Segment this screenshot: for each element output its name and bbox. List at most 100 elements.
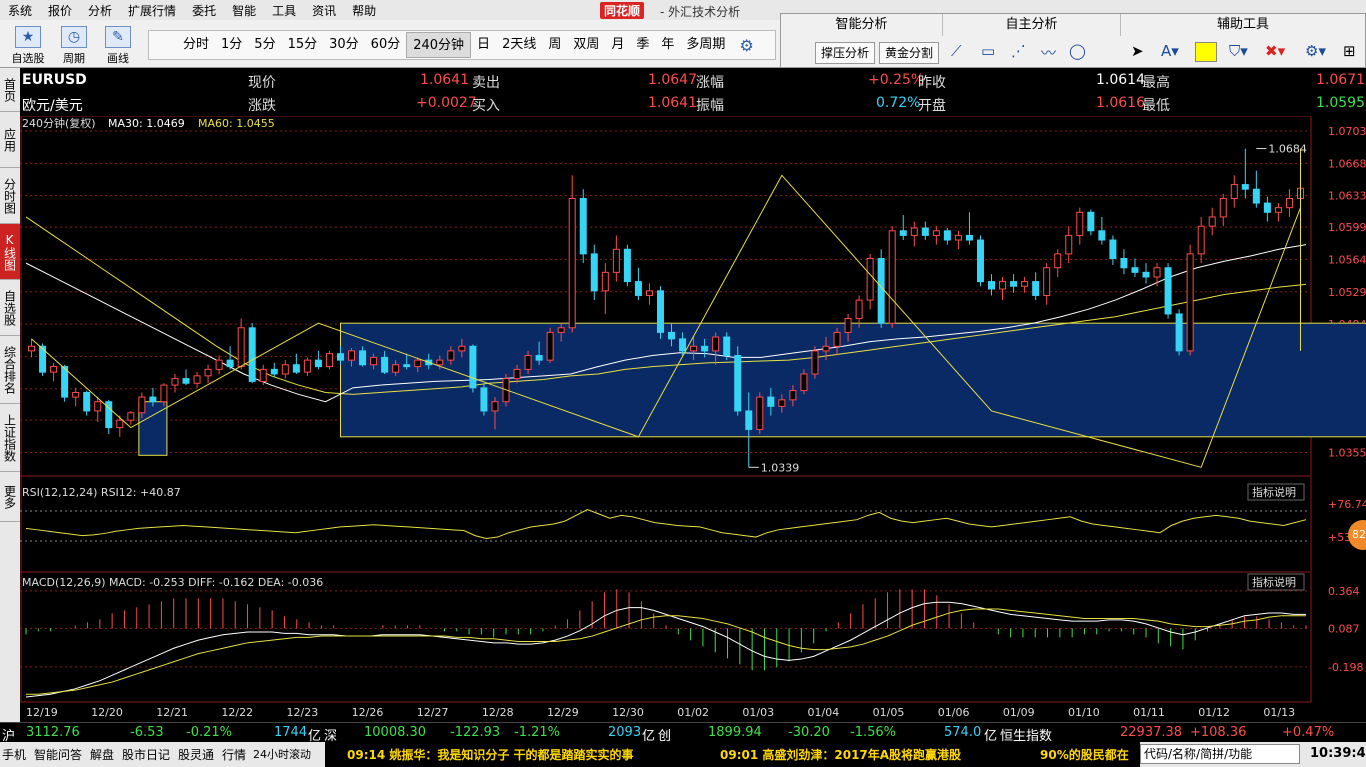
smart-analysis-header[interactable]: 智能分析 — [781, 14, 943, 36]
sell-value: 1.0647 — [648, 72, 697, 88]
low-label: 最低 — [1142, 98, 1170, 114]
search-input[interactable]: 代码/名称/简拼/功能 — [1140, 744, 1300, 764]
macd-label: MACD(12,26,9) MACD: -0.253 DIFF: -0.162 … — [22, 576, 323, 589]
tab-timeshare[interactable]: 分时图 — [0, 168, 20, 224]
chart-area[interactable]: 1.07031.06681.06331.05991.05641.05291.04… — [20, 116, 1366, 742]
period-2week[interactable]: 双周 — [567, 32, 605, 58]
self-analysis-header[interactable]: 自主分析 — [943, 14, 1121, 36]
tab-home[interactable]: 首页 — [0, 68, 20, 112]
bottom-tab-guling[interactable]: 股灵通 — [178, 746, 214, 763]
period-button[interactable]: ◷ 周期 — [52, 22, 96, 66]
menu-trade[interactable]: 委托 — [184, 2, 224, 19]
period-15min[interactable]: 15分 — [282, 32, 324, 58]
bookmark-icon[interactable]: ⛉▾ — [1229, 42, 1248, 60]
sh-pct: -0.21% — [186, 725, 232, 740]
period-1min[interactable]: 1分 — [215, 32, 248, 58]
golden-ratio-button[interactable]: 黄金分割 — [879, 42, 940, 64]
segment-tool-icon[interactable]: ⋰ — [1011, 42, 1026, 60]
tab-apps[interactable]: 应用 — [0, 112, 20, 168]
candle-body — [370, 356, 378, 366]
bottom-tab-qa[interactable]: 智能问答 — [34, 746, 82, 763]
candle-body — [888, 230, 896, 324]
candle-body — [910, 227, 918, 236]
prev-close-label: 昨收 — [918, 75, 946, 91]
x-tick-label: 12/26 — [352, 706, 384, 719]
candle-body — [1175, 313, 1183, 352]
tab-more[interactable]: 更多 — [0, 472, 20, 522]
aux-tools-header[interactable]: 辅助工具 — [1121, 14, 1365, 36]
news-item-1[interactable]: 09:14 姚振华：我是知识分子 干的都是踏踏实实的事 — [347, 746, 634, 763]
bottom-tab-diary[interactable]: 股市日记 — [122, 746, 170, 763]
bottom-tab-mobile[interactable]: 手机 — [2, 746, 26, 763]
period-5min[interactable]: 5分 — [248, 32, 281, 58]
period-multi[interactable]: 多周期 — [680, 32, 731, 58]
x-tick-label: 12/23 — [287, 706, 319, 719]
sz-vol: 2093 — [608, 725, 642, 740]
expand-icon[interactable]: ⊞ — [1343, 42, 1356, 60]
news-item-3[interactable]: 90%的股民都在 — [1040, 746, 1129, 763]
hs-value: 22937.38 — [1120, 725, 1183, 740]
candle-body — [988, 281, 996, 290]
wave-tool-icon[interactable]: 〰 — [1041, 42, 1056, 63]
delete-icon[interactable]: ✖▾ — [1265, 42, 1285, 60]
hs-change: +108.36 — [1190, 725, 1247, 740]
period-month[interactable]: 月 — [605, 32, 630, 58]
gear-icon[interactable]: ⚙ — [739, 36, 753, 55]
menu-analysis[interactable]: 分析 — [80, 2, 120, 19]
period-timeshare[interactable]: 分时 — [177, 32, 215, 58]
settings-icon[interactable]: ⚙▾ — [1305, 42, 1326, 60]
candle-body — [436, 359, 444, 366]
candle-body — [668, 331, 676, 340]
news-ticker[interactable]: 09:14 姚振华：我是知识分子 干的都是踏踏实实的事 09:01 高盛刘劲津：… — [325, 742, 1140, 767]
bottom-tab-24h[interactable]: 24小时滚动 — [253, 746, 311, 762]
tab-kline[interactable]: K线图 — [0, 224, 20, 280]
y-tick-label: 1.0529 — [1328, 286, 1366, 299]
period-week[interactable]: 周 — [542, 32, 567, 58]
candle-body — [1263, 202, 1271, 213]
period-240min[interactable]: 240分钟 — [406, 32, 472, 58]
menu-smart[interactable]: 智能 — [224, 2, 264, 19]
menu-quote[interactable]: 报价 — [40, 2, 80, 19]
candle-body — [557, 327, 565, 333]
menu-system[interactable]: 系统 — [0, 2, 40, 19]
clock-icon: ◷ — [61, 26, 87, 48]
period-day[interactable]: 日 — [471, 32, 496, 58]
menu-extended[interactable]: 扩展行情 — [120, 2, 184, 19]
change-label: 涨跌 — [248, 98, 276, 114]
tab-sh-index[interactable]: 上证指数 — [0, 404, 20, 472]
tab-ranking[interactable]: 综合排名 — [0, 336, 20, 404]
menu-help[interactable]: 帮助 — [344, 2, 384, 19]
cursor-icon[interactable]: ➤ — [1131, 42, 1144, 60]
period-30min[interactable]: 30分 — [323, 32, 365, 58]
candle-body — [1285, 197, 1293, 209]
candle-body — [116, 419, 124, 429]
pct-value: +0.25% — [868, 72, 925, 88]
ellipse-tool-icon[interactable]: ◯ — [1069, 42, 1086, 60]
period-quarter[interactable]: 季 — [630, 32, 655, 58]
tab-watchlist[interactable]: 自选股 — [0, 280, 20, 336]
period-60min[interactable]: 60分 — [365, 32, 407, 58]
color-picker-icon[interactable] — [1195, 42, 1217, 62]
support-resistance-button[interactable]: 撑压分析 — [815, 42, 876, 64]
rect-tool-icon[interactable]: ▭ — [981, 42, 995, 60]
draw-button[interactable]: ✎ 画线 — [96, 22, 140, 66]
line-tool-icon[interactable]: ⟋ — [951, 42, 962, 60]
menu-news[interactable]: 资讯 — [304, 2, 344, 19]
period-2day[interactable]: 2天线 — [496, 32, 542, 58]
amp-label: 振幅 — [696, 98, 724, 114]
news-item-2[interactable]: 09:01 高盛刘劲津：2017年A股将跑赢港股 — [720, 746, 961, 763]
x-tick-label: 12/29 — [547, 706, 579, 719]
candle-body — [182, 378, 190, 384]
watchlist-button[interactable]: ★ 自选股 — [6, 22, 50, 66]
candle-body — [1274, 207, 1282, 213]
period-year[interactable]: 年 — [655, 32, 680, 58]
candle-body — [480, 387, 488, 412]
x-tick-label: 01/10 — [1068, 706, 1100, 719]
buy-value: 1.0641 — [648, 95, 697, 111]
text-tool-icon[interactable]: A▾ — [1161, 42, 1179, 60]
current-label: 现价 — [248, 75, 276, 91]
kline-chart-svg[interactable]: 1.07031.06681.06331.05991.05641.05291.04… — [20, 116, 1366, 722]
bottom-tab-jiepan[interactable]: 解盘 — [90, 746, 114, 763]
bottom-tab-quote[interactable]: 行情 — [222, 746, 246, 763]
menu-tools[interactable]: 工具 — [264, 2, 304, 19]
